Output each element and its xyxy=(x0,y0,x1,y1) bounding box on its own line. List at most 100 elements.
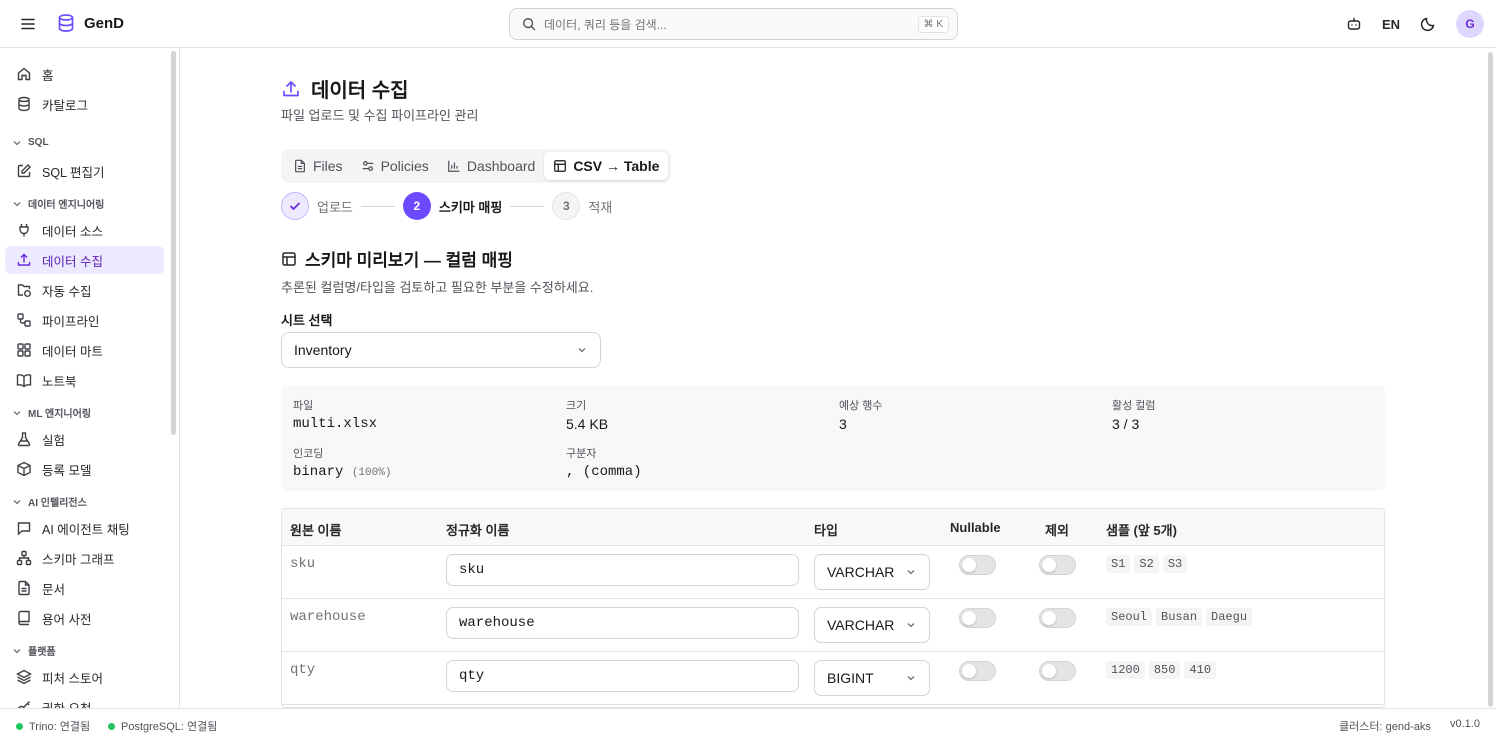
brand-logo[interactable]: GenD xyxy=(56,13,124,33)
folder-sync-icon xyxy=(16,282,32,298)
step-3-label: 적재 xyxy=(588,199,613,215)
sidebar-item-home[interactable]: 홈 xyxy=(5,60,164,88)
type-select[interactable]: VARCHAR xyxy=(814,554,930,590)
sidebar-item-label: 실험 xyxy=(42,433,66,448)
schema-section-subtitle: 추론된 컬럼명/타입을 검토하고 필요한 부분을 수정하세요. xyxy=(281,280,594,295)
layers-icon xyxy=(16,669,32,685)
user-avatar[interactable]: G xyxy=(1456,10,1484,38)
status-dot xyxy=(108,722,115,730)
sample-chip: 1200 xyxy=(1106,661,1145,679)
sidebar-item-label: AI 에이전트 채팅 xyxy=(42,522,130,537)
sidebar-item-label: 파이프라인 xyxy=(42,314,100,329)
tab-files[interactable]: Files xyxy=(284,152,352,180)
section-label: SQL xyxy=(28,137,49,148)
top-header: GenD 데이터, 쿼리 등을 검색... ⌘ K EN G xyxy=(0,0,1496,48)
tab-csv-table[interactable]: CSV → Table xyxy=(544,152,669,180)
step-3-circle: 3 xyxy=(552,192,581,220)
tab-label: Policies xyxy=(380,158,429,174)
status-bar: Trino: 연결됨 PostgreSQL: 연결됨 클러스터: gend-ak… xyxy=(0,708,1496,737)
global-search[interactable]: 데이터, 쿼리 등을 검색... ⌘ K xyxy=(509,8,958,40)
type-select[interactable]: BIGINT xyxy=(814,660,930,696)
step-connector xyxy=(510,205,545,207)
sidebar-item-schema-graph[interactable]: 스키마 그래프 xyxy=(5,544,164,572)
nullable-toggle[interactable] xyxy=(959,661,996,681)
info-value: multi.xlsx xyxy=(293,416,378,432)
status-text: Trino: 연결됨 xyxy=(29,721,91,733)
database-icon xyxy=(16,96,32,112)
type-select[interactable]: VARCHAR xyxy=(814,607,930,643)
schema-section-title: 스키마 미리보기 — 컬럼 매핑 xyxy=(281,246,513,271)
section-ml-engineering[interactable]: ML 엔지니어링 xyxy=(12,405,91,420)
exclude-toggle[interactable] xyxy=(1039,608,1076,628)
main-scrollbar[interactable] xyxy=(1488,52,1493,707)
sidebar-item-label: 용어 사전 xyxy=(42,612,92,627)
section-label: AI 인텔리전스 xyxy=(28,498,87,509)
main-content: 데이터 수집 파일 업로드 및 수집 파이프라인 관리 Files Polici… xyxy=(181,48,1486,708)
sidebar-item-auto-ingest[interactable]: 자동 수집 xyxy=(5,276,164,304)
menu-icon[interactable] xyxy=(18,14,38,34)
section-data-engineering[interactable]: 데이터 엔지니어링 xyxy=(12,196,104,211)
section-sql[interactable]: SQL xyxy=(12,137,49,148)
sidebar-item-glossary[interactable]: 용어 사전 xyxy=(5,604,164,632)
sidebar: 홈 카탈로그 SQL SQL 편집기 데이터 엔지니어링 데이터 소스 데이터 … xyxy=(0,48,180,708)
sidebar-scrollbar[interactable] xyxy=(171,51,176,435)
search-icon xyxy=(522,17,536,31)
exclude-toggle[interactable] xyxy=(1039,661,1076,681)
info-value: binary (100%) xyxy=(293,464,391,480)
sample-chip: Busan xyxy=(1156,608,1203,626)
sheet-select-label: 시트 선택 xyxy=(281,313,333,328)
page-header: 데이터 수집 xyxy=(281,74,409,103)
check-icon xyxy=(288,199,302,213)
language-toggle[interactable]: EN xyxy=(1382,17,1400,32)
section-platform[interactable]: 플랫폼 xyxy=(12,643,56,658)
search-shortcut: ⌘ K xyxy=(917,15,949,33)
sidebar-item-pipeline[interactable]: 파이프라인 xyxy=(5,306,164,334)
database-icon xyxy=(56,13,76,33)
sidebar-item-registered-model[interactable]: 등록 모델 xyxy=(5,455,164,483)
sidebar-item-label: SQL 편집기 xyxy=(42,165,105,180)
info-label: 예상 행수 xyxy=(839,400,883,412)
type-value: BIGINT xyxy=(827,670,874,686)
normalized-name-input[interactable]: warehouse xyxy=(446,607,799,639)
sidebar-item-experiment[interactable]: 실험 xyxy=(5,425,164,453)
package-icon xyxy=(16,461,32,477)
sidebar-item-ai-agent-chat[interactable]: AI 에이전트 채팅 xyxy=(5,514,164,542)
chevron-down-icon xyxy=(12,199,22,209)
version-info: v0.1.0 xyxy=(1450,718,1480,730)
exclude-toggle[interactable] xyxy=(1039,555,1076,575)
network-icon xyxy=(16,550,32,566)
book-open-icon xyxy=(16,372,32,388)
sheet-select-value: Inventory xyxy=(294,342,352,358)
sidebar-item-notebook[interactable]: 노트북 xyxy=(5,366,164,394)
nullable-toggle[interactable] xyxy=(959,555,996,575)
original-name: sku xyxy=(290,556,316,572)
tab-dashboard[interactable]: Dashboard xyxy=(438,152,545,180)
file-icon xyxy=(293,159,307,173)
bot-icon[interactable] xyxy=(1346,16,1362,32)
section-ai-intelligence[interactable]: AI 인텔리전스 xyxy=(12,494,87,509)
moon-icon[interactable] xyxy=(1420,16,1436,32)
sidebar-item-data-ingest[interactable]: 데이터 수집 xyxy=(5,246,164,274)
sidebar-item-catalog[interactable]: 카탈로그 xyxy=(5,90,164,118)
info-delimiter: 구분자 , (comma) xyxy=(566,445,642,480)
sidebar-item-label: 데이터 수집 xyxy=(42,254,103,269)
chevron-down-icon xyxy=(905,672,917,684)
sidebar-item-documents[interactable]: 문서 xyxy=(5,574,164,602)
normalized-name-input[interactable]: qty xyxy=(446,660,799,692)
info-label: 크기 xyxy=(566,400,587,412)
sidebar-item-permission-request[interactable]: 권한 요청 xyxy=(5,693,164,708)
nullable-toggle[interactable] xyxy=(959,608,996,628)
sheet-select[interactable]: Inventory xyxy=(281,332,601,368)
normalized-name-input[interactable]: sku xyxy=(446,554,799,586)
page-title: 데이터 수집 xyxy=(311,80,409,102)
search-placeholder: 데이터, 쿼리 등을 검색... xyxy=(544,17,667,32)
sidebar-item-sql-editor[interactable]: SQL 편집기 xyxy=(5,157,164,185)
sample-chip: S3 xyxy=(1162,555,1188,573)
sidebar-item-data-source[interactable]: 데이터 소스 xyxy=(5,216,164,244)
status-dot xyxy=(16,722,23,730)
tab-label: Dashboard xyxy=(466,158,536,174)
sidebar-item-label: 카탈로그 xyxy=(42,98,89,113)
sidebar-item-data-mart[interactable]: 데이터 마트 xyxy=(5,336,164,364)
sidebar-item-feature-store[interactable]: 피처 스토어 xyxy=(5,663,164,691)
tab-policies[interactable]: Policies xyxy=(352,152,438,180)
